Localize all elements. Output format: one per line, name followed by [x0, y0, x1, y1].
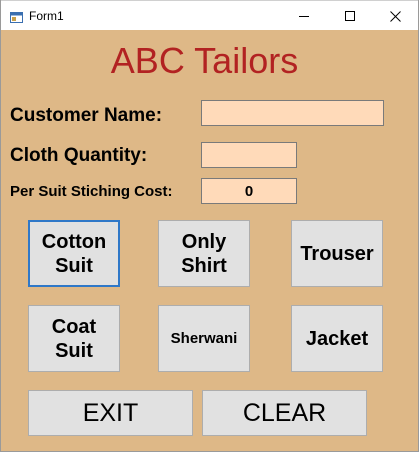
cotton-suit-label-line1: Cotton: [41, 230, 107, 253]
minimize-button[interactable]: [281, 1, 327, 31]
maximize-button[interactable]: [327, 1, 373, 31]
customer-name-input[interactable]: [201, 100, 384, 126]
close-button[interactable]: [372, 1, 418, 31]
form-icon: [10, 10, 23, 23]
cotton-suit-button[interactable]: Cotton Suit: [28, 220, 120, 287]
only-shirt-label-line2: Shirt: [181, 254, 227, 277]
coat-suit-button[interactable]: Coat Suit: [28, 305, 120, 372]
per-suit-cost-label: Per Suit Stiching Cost:: [10, 183, 173, 200]
maximize-icon: [345, 11, 355, 21]
sherwani-button[interactable]: Sherwani: [158, 305, 250, 372]
clear-button[interactable]: CLEAR: [202, 390, 367, 436]
app-heading: ABC Tailors: [110, 40, 299, 81]
cotton-suit-label-line2: Suit: [55, 254, 93, 277]
only-shirt-label-line1: Only: [181, 230, 227, 253]
title-bar[interactable]: Form1: [1, 0, 418, 31]
jacket-button[interactable]: Jacket: [291, 305, 383, 372]
per-suit-cost-input[interactable]: [201, 178, 297, 204]
customer-name-label: Customer Name:: [10, 105, 163, 126]
coat-suit-label-line1: Coat: [51, 315, 97, 338]
close-icon: [389, 10, 401, 22]
coat-suit-label-line2: Suit: [55, 339, 93, 362]
minimize-icon: [299, 16, 309, 17]
cloth-quantity-input[interactable]: [201, 142, 297, 168]
cloth-quantity-label: Cloth Quantity:: [10, 145, 148, 166]
exit-button[interactable]: EXIT: [28, 390, 193, 436]
form1-window: Form1 ABC Tailors Customer Name: Cloth Q…: [0, 0, 419, 452]
form-client-area: ABC Tailors Customer Name: Cloth Quantit…: [1, 30, 418, 451]
window-title: Form1: [29, 9, 64, 23]
only-shirt-button[interactable]: Only Shirt: [158, 220, 250, 287]
trouser-button[interactable]: Trouser: [291, 220, 383, 287]
